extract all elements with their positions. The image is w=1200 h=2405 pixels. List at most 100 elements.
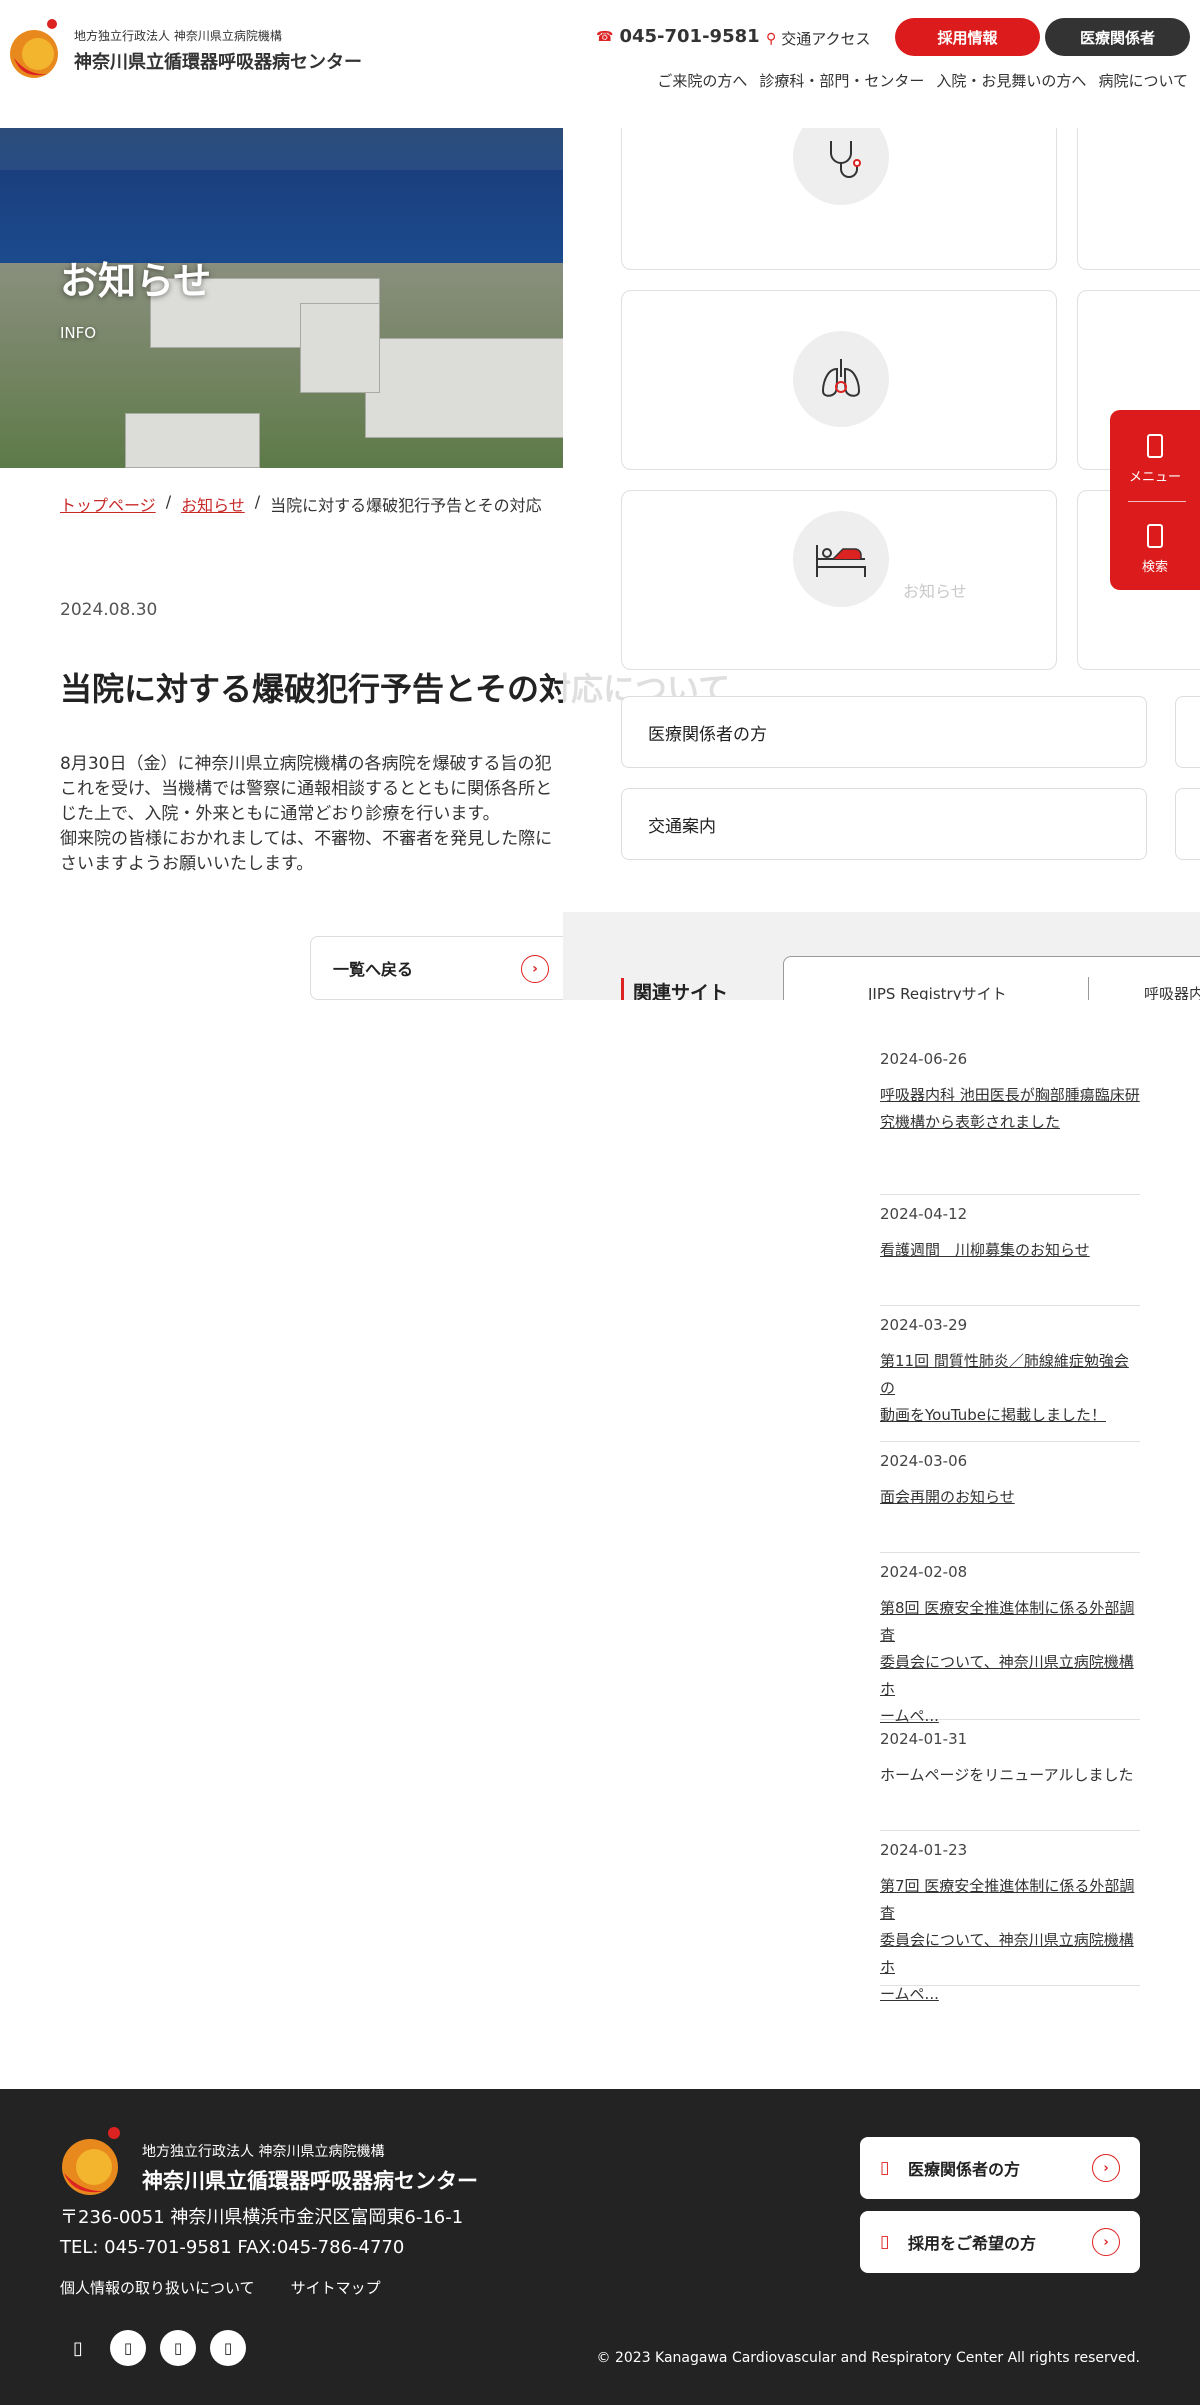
department-card[interactable]: [621, 290, 1057, 470]
department-card[interactable]: [621, 128, 1057, 270]
footer-address: 〒236-0051 神奈川県横浜市金沢区富岡東6-16-1: [60, 2207, 464, 2228]
news-title-line: 看護週間 川柳募集のお知らせ: [880, 1241, 1090, 1259]
instagram-icon[interactable]: ▯: [160, 2330, 196, 2366]
footer-link-sitemap[interactable]: サイトマップ: [291, 2277, 381, 2298]
logo-subtitle: 地方独立行政法人 神奈川県立病院機構: [74, 29, 282, 43]
medical-staff-button[interactable]: 医療関係者: [1045, 18, 1190, 56]
header-phone-number[interactable]: 045-701-9581: [619, 26, 759, 47]
overlay-link-access[interactable]: 交通案内: [621, 788, 1147, 860]
side-menu-label: メニュー: [1128, 470, 1181, 485]
news-title-line: 究機構から表彰されました: [880, 1113, 1061, 1131]
footer-recruit-button[interactable]: ▯ 採用をご希望の方 ›: [860, 2211, 1140, 2273]
sns-icon[interactable]: ▯: [60, 2330, 96, 2366]
back-to-list-label: 一覧へ戻る: [333, 960, 414, 979]
news-item[interactable]: 2024-06-26 呼吸器内科 池田医長が胸部腫瘍臨床研 究機構から表彰されました: [880, 1050, 1140, 1195]
page-hero: お知らせ INFO: [0, 128, 563, 468]
page-title: お知らせ: [60, 259, 212, 303]
footer-tel: TEL: 045-701-9581 FAX:045-786-4770: [60, 2237, 405, 2258]
news-date: 2024-06-26: [880, 1050, 968, 1068]
news-title[interactable]: 面会再開のお知らせ: [880, 1484, 1140, 1511]
nav-item-visitors[interactable]: ご来院の方へ: [657, 70, 747, 91]
side-menu-button[interactable]: メニュー: [1110, 434, 1200, 485]
news-title-line: ホームページをリニューアルしました: [880, 1766, 1134, 1784]
breadcrumb-separator: /: [165, 492, 172, 511]
footer-logo-subtitle: 地方独立行政法人 神奈川県立病院機構: [142, 2144, 385, 2160]
side-search-label: 検索: [1141, 560, 1168, 575]
news-title-line: 第8回 医療安全推進体制に係る外部調査: [880, 1599, 1135, 1644]
nav-item-about[interactable]: 病院について: [1098, 70, 1188, 91]
phone-icon: ☎: [596, 28, 614, 45]
nav-item-departments[interactable]: 診療科・部門・センター: [759, 70, 924, 91]
news-date: 2024-03-06: [880, 1452, 968, 1470]
hospital-bed-icon: [793, 511, 889, 607]
map-pin-icon: ⚲: [766, 30, 777, 47]
header-phone[interactable]: ☎ 045-701-9581: [596, 26, 760, 47]
back-to-list-button[interactable]: 一覧へ戻る ›: [310, 936, 570, 1000]
department-card[interactable]: [621, 490, 1057, 670]
site-header: 地方独立行政法人 神奈川県立病院機構 神奈川県立循環器呼吸器病センター ☎ 045…: [0, 0, 1200, 128]
news-item[interactable]: 2024-03-29 第11回 間質性肺炎／肺線維症勉強会の動画をYouTubeに…: [880, 1316, 1140, 1442]
breadcrumb-current: 当院に対する爆破犯行予告とその対応: [270, 496, 542, 515]
news-item[interactable]: 2024-04-12 看護週間 川柳募集のお知らせ: [880, 1205, 1140, 1306]
news-date: 2024-03-29: [880, 1316, 968, 1334]
side-menu: メニュー 検索: [1110, 410, 1200, 590]
search-icon: [1147, 524, 1163, 548]
related-site-jips[interactable]: JIPS Registryサイト: [868, 983, 1007, 1000]
youtube-icon[interactable]: ▯: [210, 2330, 246, 2366]
news-title[interactable]: 看護週間 川柳募集のお知らせ: [880, 1237, 1140, 1264]
hospital-logo-icon[interactable]: [8, 18, 66, 80]
footer-medical-label: 医療関係者の方: [908, 2160, 1021, 2179]
news-date: 2024-04-12: [880, 1205, 968, 1223]
news-title-line: 動画をYouTubeに掲載しました！: [880, 1406, 1106, 1424]
nav-item-inpatient[interactable]: 入院・お見舞いの方へ: [936, 70, 1086, 91]
breadcrumb: トップページ / お知らせ / 当院に対する爆破犯行予告とその対応: [60, 492, 542, 516]
access-link[interactable]: ⚲ 交通アクセス: [766, 28, 871, 49]
news-item[interactable]: 2024-02-08 第8回 医療安全推進体制に係る外部調査 委員会について、神奈川…: [880, 1563, 1140, 1725]
overlay-ghost-text: お知らせ: [903, 582, 967, 601]
recruit-button[interactable]: 採用情報: [895, 18, 1040, 56]
news-title[interactable]: 第8回 医療安全推進体制に係る外部調査 委員会について、神奈川県立病院機構ホ ームペ…: [880, 1595, 1140, 1730]
news-title-line: ームペ...: [880, 1707, 939, 1725]
footer-medical-button[interactable]: ▯ 医療関係者の方 ›: [860, 2137, 1140, 2199]
news-title-line: 面会再開のお知らせ: [880, 1488, 1015, 1506]
news-title: ホームページをリニューアルしました: [880, 1762, 1140, 1789]
related-site-respiratory[interactable]: 呼吸器内: [1144, 983, 1200, 1000]
overlay-link-card[interactable]: [1175, 788, 1200, 860]
footer-sns: ▯ ▯ ▯ ▯: [60, 2330, 246, 2366]
side-search-button[interactable]: 検索: [1110, 524, 1200, 575]
news-title[interactable]: 呼吸器内科 池田医長が胸部腫瘍臨床研 究機構から表彰されました: [880, 1082, 1140, 1136]
chevron-right-icon: ›: [1092, 2154, 1120, 2182]
global-nav: ご来院の方へ 診療科・部門・センター 入院・お見舞いの方へ 病院について: [657, 70, 1188, 91]
menu-overlay: お知らせ 医療関係者の方 交通案内 関連サイト JIPS Registryサイト…: [563, 128, 1200, 1000]
news-title[interactable]: 第7回 医療安全推進体制に係る外部調査 委員会について、神奈川県立病院機構ホ ームペ…: [880, 1873, 1140, 2008]
footer-link-privacy[interactable]: 個人情報の取り扱いについて: [60, 2277, 255, 2298]
news-date: 2024-01-23: [880, 1841, 968, 1859]
hero-building: [300, 303, 380, 393]
menu-icon: [1147, 434, 1163, 458]
overlay-link-label: 交通案内: [648, 816, 716, 837]
facebook-icon[interactable]: ▯: [110, 2330, 146, 2366]
breadcrumb-home[interactable]: トップページ: [60, 492, 156, 516]
logo-title[interactable]: 神奈川県立循環器呼吸器病センター: [74, 48, 362, 74]
hero-building: [125, 413, 260, 468]
related-sites-heading: 関連サイト: [621, 978, 728, 1000]
overlay-link-card[interactable]: [1175, 696, 1200, 768]
hero-building: [365, 338, 563, 438]
article-date: 2024.08.30: [60, 600, 158, 620]
news-title-line: ームペ...: [880, 1985, 939, 2003]
copyright: © 2023 Kanagawa Cardiovascular and Respi…: [596, 2350, 1140, 2366]
news-title-line: 第11回 間質性肺炎／肺線維症勉強会の: [880, 1352, 1129, 1397]
breadcrumb-news[interactable]: お知らせ: [181, 492, 245, 516]
footer-logo-icon: [62, 2127, 120, 2195]
chevron-right-icon: ›: [521, 955, 549, 983]
news-title[interactable]: 第11回 間質性肺炎／肺線維症勉強会の動画をYouTubeに掲載しました！: [880, 1348, 1140, 1429]
news-item[interactable]: 2024-03-06 面会再開のお知らせ: [880, 1452, 1140, 1553]
person-icon: ▯: [880, 2232, 890, 2252]
news-item[interactable]: 2024-01-23 第7回 医療安全推進体制に係る外部調査 委員会について、神奈川…: [880, 1841, 1140, 2003]
department-card[interactable]: [1077, 128, 1200, 270]
access-label: 交通アクセス: [781, 30, 871, 48]
overlay-link-medical[interactable]: 医療関係者の方: [621, 696, 1147, 768]
news-title-line: 委員会について、神奈川県立病院機構ホ: [880, 1931, 1134, 1976]
news-item[interactable]: 2024-01-31 ホームページをリニューアルしました: [880, 1730, 1140, 1831]
overlay-link-label: 医療関係者の方: [648, 724, 767, 745]
